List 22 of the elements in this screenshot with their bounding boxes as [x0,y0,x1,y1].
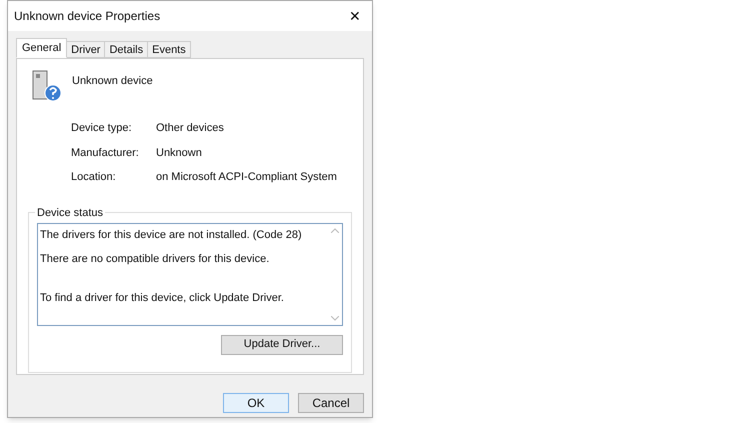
status-line: The drivers for this device are not installed. (Code 28) [40,228,303,242]
device-name: Unknown device [72,74,153,89]
property-value: Other devices [156,121,225,136]
tab[interactable]: Events [148,41,191,58]
update-driver-button[interactable]: Update Driver... [221,334,343,354]
property-label: Device type: [71,121,133,136]
scroll-down-icon[interactable] [331,316,339,320]
property-label: Manufacturer: [71,146,140,160]
property-value: Unknown [156,146,203,160]
status-line: There are no compatible drivers for this device. [40,252,270,267]
status-text-area[interactable]: The drivers for this device are not installed. (Code 28) There are no compatible drivers for this device. To find a driver for this device, click Update Driver. [37,222,343,326]
dialog-button[interactable]: Cancel [298,393,364,413]
close-button[interactable]: ✕ [340,4,370,28]
tab[interactable]: Driver [67,41,106,58]
dialog-button[interactable]: OK [223,393,289,413]
scroll-up-icon[interactable] [331,228,339,232]
window-title: Unknown device Properties [14,8,160,25]
status-line: To find a driver for this device, click Update Driver. [40,290,285,306]
tab[interactable]: General [16,38,68,58]
property-label: Location: [71,170,117,185]
tab[interactable]: Details [105,41,148,58]
property-value: on Microsoft ACPI-Compliant System [156,170,338,185]
